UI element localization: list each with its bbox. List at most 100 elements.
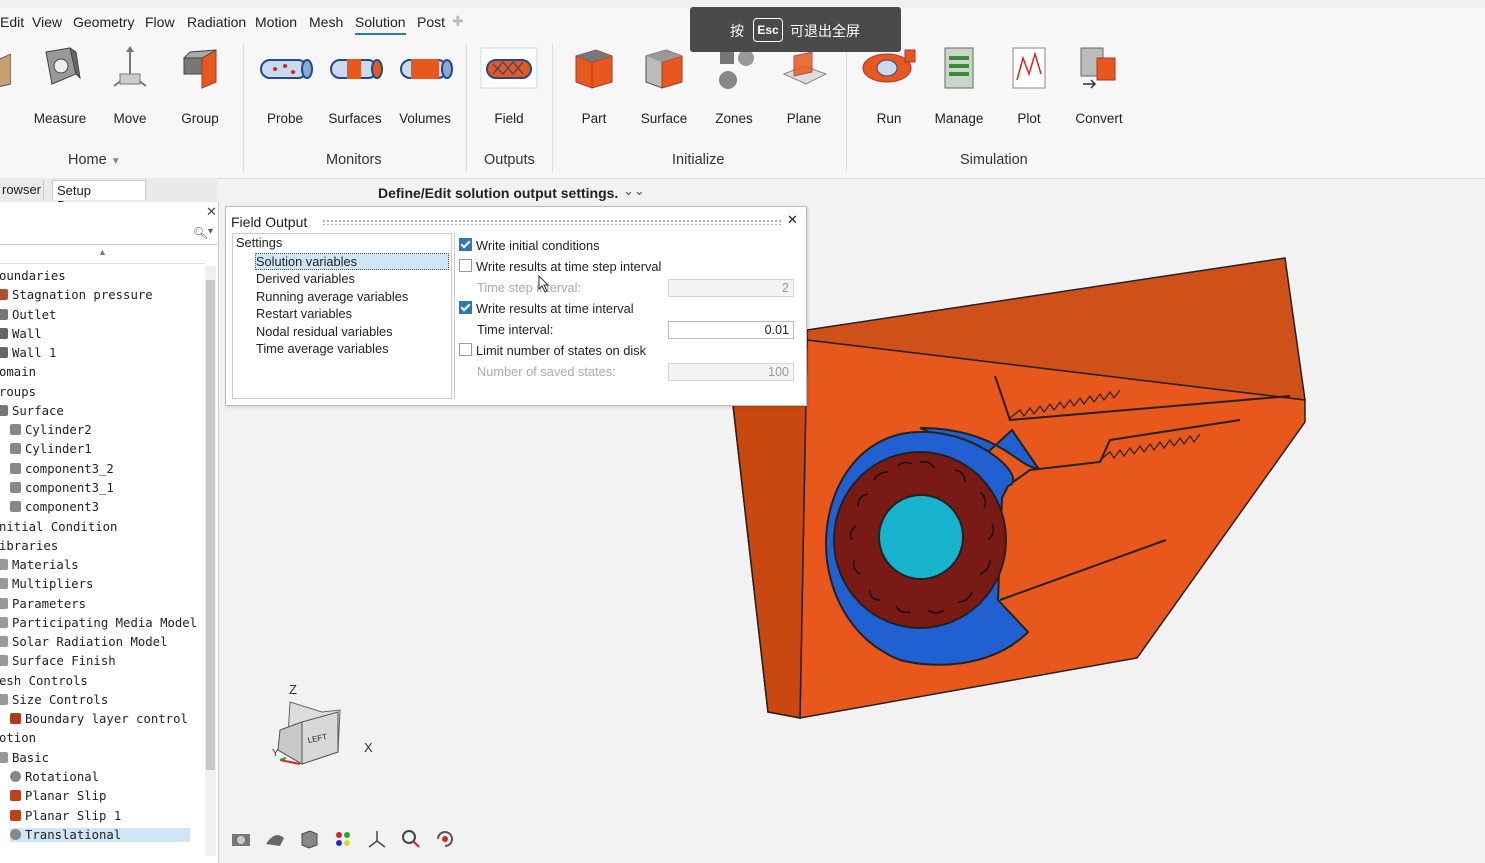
tree-item[interactable]: Solar Radiation Model xyxy=(0,635,167,649)
menu-view[interactable]: View xyxy=(32,14,62,30)
tree-item-label: omain xyxy=(0,365,37,380)
settings-item-restart-variables[interactable]: Restart variables xyxy=(256,306,352,321)
limit-states-checkbox[interactable] xyxy=(459,343,472,356)
settings-header[interactable]: Settings xyxy=(236,235,282,250)
tree-item[interactable]: Planar Slip 1 xyxy=(10,809,121,823)
settings-item-solution-variables[interactable]: Solution variables xyxy=(255,253,449,270)
tree-item[interactable]: omain xyxy=(0,365,36,379)
cube-view-icon[interactable] xyxy=(298,828,320,850)
tree-item[interactable]: Cylinder1 xyxy=(10,442,92,456)
move-tool[interactable]: Move xyxy=(95,44,165,126)
tree-item[interactable]: nitial Condition xyxy=(0,520,117,534)
search-icon[interactable]: 🔍︎ xyxy=(193,226,208,240)
settings-item-derived-variables[interactable]: Derived variables xyxy=(256,271,355,286)
tree-item[interactable]: Rotational xyxy=(10,770,99,784)
surface-init-tool[interactable]: Surface xyxy=(629,44,699,126)
tree-item[interactable]: Stagnation pressure xyxy=(0,288,153,302)
double-chevron-down-icon[interactable]: ⌄⌄ xyxy=(623,183,645,199)
field-tool[interactable]: Field xyxy=(474,44,544,126)
rotate-view-icon[interactable] xyxy=(434,828,456,850)
axis-triad[interactable]: LEFT Z X Y xyxy=(272,682,373,765)
rotational-icon xyxy=(10,771,21,783)
settings-item-nodal-residual[interactable]: Nodal residual variables xyxy=(256,324,393,339)
menu-edit[interactable]: Edit xyxy=(0,14,24,30)
tree-item[interactable]: Materials xyxy=(0,558,79,572)
manage-tool[interactable]: Manage xyxy=(924,44,994,126)
view-shape-icon[interactable] xyxy=(264,828,286,850)
write-step-checkbox[interactable] xyxy=(459,259,472,272)
planar-slip-icon xyxy=(10,809,21,821)
zones-init-tool[interactable]: Zones xyxy=(699,44,769,126)
sort-header[interactable]: ▲ xyxy=(0,247,205,264)
menu-radiation[interactable]: Radiation xyxy=(187,14,246,30)
plane-init-tool[interactable]: Plane xyxy=(769,44,839,126)
tree-item[interactable]: Parameters xyxy=(0,597,86,611)
tree-item[interactable]: Planar Slip xyxy=(10,789,106,803)
tree-item[interactable]: component3 xyxy=(10,500,99,514)
measure-tool[interactable]: Measure xyxy=(25,44,95,126)
search-input[interactable]: 🔍︎ ▾ xyxy=(0,224,217,245)
close-icon[interactable]: ✕ xyxy=(206,204,217,220)
tree-item[interactable]: Multipliers xyxy=(0,577,93,591)
zoom-icon[interactable] xyxy=(400,828,422,850)
tree-scrollbar-thumb[interactable] xyxy=(206,280,215,770)
time-interval-field[interactable]: 0.01 xyxy=(668,321,794,339)
menu-geometry[interactable]: Geometry xyxy=(73,14,134,30)
camera-icon[interactable] xyxy=(230,828,252,850)
settings-item-running-average[interactable]: Running average variables xyxy=(256,289,408,304)
tree-item[interactable]: component3_1 xyxy=(10,481,114,495)
settings-item-time-average[interactable]: Time average variables xyxy=(256,341,389,356)
tree-item[interactable]: oundaries xyxy=(0,269,66,283)
folder-icon xyxy=(0,693,8,705)
close-icon[interactable]: ✕ xyxy=(787,212,798,228)
time-step-interval-field[interactable]: 2 xyxy=(668,279,794,297)
saved-states-field[interactable]: 100 xyxy=(668,363,794,381)
tree-item[interactable]: component3_2 xyxy=(10,462,114,476)
tree-item[interactable]: Basic xyxy=(0,751,49,765)
tree-item[interactable]: Participating Media Model xyxy=(0,616,197,630)
home-group-label[interactable]: Home ▼ xyxy=(68,152,121,168)
tree-item[interactable]: otion xyxy=(0,731,36,745)
menu-mesh[interactable]: Mesh xyxy=(309,14,343,30)
tree-item[interactable]: Surface xyxy=(0,404,64,418)
write-time-checkbox[interactable] xyxy=(459,301,472,314)
menu-flow[interactable]: Flow xyxy=(145,14,175,30)
tab-model-browser[interactable]: rowser xyxy=(0,180,44,200)
tree-item-label: Planar Slip xyxy=(25,789,107,804)
write-initial-checkbox[interactable] xyxy=(459,238,472,251)
color-wheel-icon[interactable] xyxy=(332,828,354,850)
tree-item[interactable]: Size Controls xyxy=(0,693,108,707)
tab-setup-browser[interactable]: Setup Browser xyxy=(52,180,146,213)
axis-x-label: X xyxy=(364,740,373,755)
add-tab-icon[interactable]: ✚ xyxy=(452,13,464,30)
tree-item[interactable]: Cylinder2 xyxy=(10,423,92,437)
plot-tool[interactable]: Plot xyxy=(994,44,1064,126)
run-label: Run xyxy=(876,111,902,126)
menu-post[interactable]: Post xyxy=(417,14,445,30)
menu-solution[interactable]: Solution xyxy=(355,14,406,35)
tree-item[interactable]: Outlet xyxy=(0,308,56,322)
surfaces-tool[interactable]: Surfaces xyxy=(320,44,390,126)
axes-icon[interactable] xyxy=(366,828,388,850)
convert-tool[interactable]: Convert xyxy=(1064,44,1134,126)
hub[interactable] xyxy=(878,494,964,580)
tree-item[interactable]: Boundary layer control xyxy=(10,712,188,726)
run-tool[interactable]: Run xyxy=(854,44,924,126)
fullscreen-exit-hint: 按 Esc 可退出全屏 xyxy=(690,7,901,52)
part-init-tool[interactable]: Part xyxy=(559,44,629,126)
tree-item[interactable]: ibraries xyxy=(0,539,58,553)
group-tool[interactable]: Group xyxy=(165,44,235,126)
tree-item[interactable]: Wall xyxy=(0,327,42,341)
write-time-label: Write results at time interval xyxy=(476,301,634,316)
tool-partial[interactable] xyxy=(0,44,22,97)
tree-item[interactable]: Wall 1 xyxy=(0,346,56,360)
tree-item[interactable]: roups xyxy=(0,385,36,399)
menu-motion[interactable]: Motion xyxy=(255,14,297,30)
tree-item[interactable]: Translational xyxy=(10,827,190,842)
probe-tool[interactable]: Probe xyxy=(250,44,320,126)
volumes-tool[interactable]: Volumes xyxy=(390,44,460,126)
tree-item[interactable]: Surface Finish xyxy=(0,654,116,668)
dialog-drag-handle[interactable] xyxy=(322,219,782,225)
tree-item[interactable]: esh Controls xyxy=(0,674,88,688)
chevron-down-icon[interactable]: ▾ xyxy=(208,226,213,237)
